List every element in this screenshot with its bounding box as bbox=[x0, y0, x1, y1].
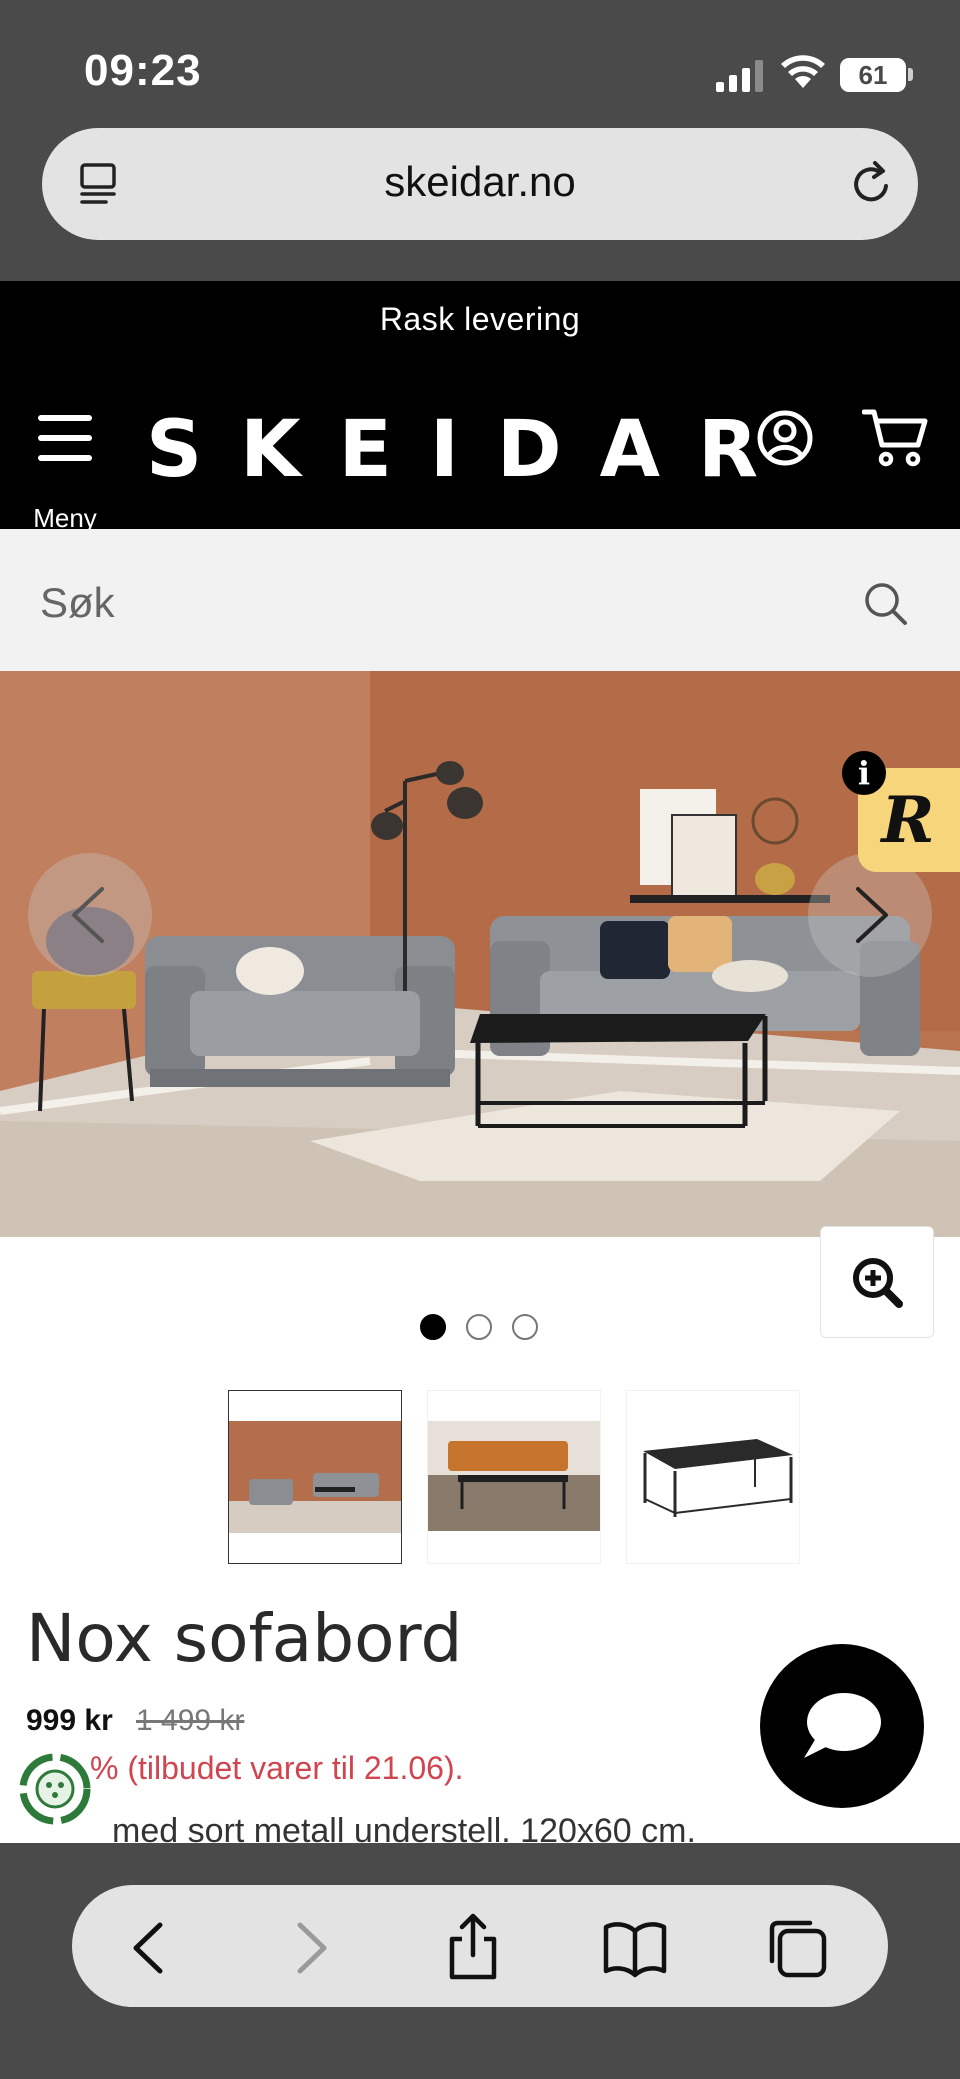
skeidar-logo[interactable]: SKEIDAR bbox=[146, 405, 796, 495]
product-price: 999 kr bbox=[26, 1704, 113, 1737]
offer-text: % (tilbudet varer til 21.06). bbox=[90, 1750, 464, 1786]
wifi-icon bbox=[781, 55, 825, 88]
info-icon[interactable]: i bbox=[842, 751, 886, 795]
svg-text:R: R bbox=[879, 783, 934, 858]
site-header: Meny SKEIDAR bbox=[0, 381, 960, 533]
zoom-in-icon bbox=[853, 1258, 903, 1308]
product-old-price: 1 499 kr bbox=[136, 1704, 245, 1737]
product-title: Nox sofabord bbox=[26, 1600, 463, 1677]
forward-icon[interactable] bbox=[276, 1913, 346, 1983]
carousel-dot-1[interactable] bbox=[420, 1314, 446, 1340]
thumbnail-table-image bbox=[643, 1439, 793, 1517]
status-time: 09:23 bbox=[84, 46, 202, 95]
chat-bubble-icon bbox=[804, 1693, 881, 1758]
browser-toolbar bbox=[0, 1843, 960, 2079]
url-text[interactable]: skeidar.no bbox=[42, 158, 918, 206]
thumbnail-orange-sofa-image bbox=[428, 1421, 600, 1531]
search-bar bbox=[0, 529, 960, 671]
thumbnail-living-room-image bbox=[229, 1421, 401, 1533]
address-bar[interactable]: skeidar.no bbox=[42, 128, 918, 240]
zoom-button[interactable] bbox=[820, 1226, 934, 1338]
search-icon[interactable] bbox=[862, 580, 910, 628]
page: 09:23 61 skeidar.no Rask levering Meny S… bbox=[0, 0, 960, 2079]
battery-nub bbox=[908, 68, 913, 81]
eco-recycle-icon[interactable] bbox=[16, 1750, 94, 1828]
tabs-icon[interactable] bbox=[762, 1913, 832, 1983]
battery-indicator: 61 bbox=[840, 58, 906, 92]
promo-banner: Rask levering bbox=[0, 281, 960, 381]
share-icon[interactable] bbox=[438, 1913, 508, 1983]
account-icon[interactable] bbox=[756, 409, 814, 467]
thumbnail-3[interactable] bbox=[626, 1390, 800, 1564]
product-image-carousel[interactable]: R i bbox=[0, 671, 960, 1237]
cellular-signal-icon bbox=[716, 60, 763, 92]
carousel-dot-3[interactable] bbox=[512, 1314, 538, 1340]
chevron-left-icon bbox=[72, 887, 104, 943]
thumbnail-2[interactable] bbox=[427, 1390, 601, 1564]
promo-text: Rask levering bbox=[379, 301, 581, 337]
status-bar: 09:23 61 bbox=[0, 0, 960, 125]
chat-button[interactable] bbox=[760, 1644, 924, 1808]
back-icon[interactable] bbox=[114, 1913, 184, 1983]
carousel-dot-2[interactable] bbox=[466, 1314, 492, 1340]
menu-button[interactable]: Meny bbox=[30, 411, 100, 533]
bookmarks-icon[interactable] bbox=[600, 1913, 670, 1983]
search-input[interactable] bbox=[40, 573, 820, 633]
thumbnail-1[interactable] bbox=[228, 1390, 402, 1564]
toolbar-pill bbox=[72, 1885, 888, 2007]
cart-icon[interactable] bbox=[862, 407, 928, 469]
carousel-prev-button[interactable] bbox=[28, 853, 152, 977]
reload-icon[interactable] bbox=[848, 158, 896, 208]
